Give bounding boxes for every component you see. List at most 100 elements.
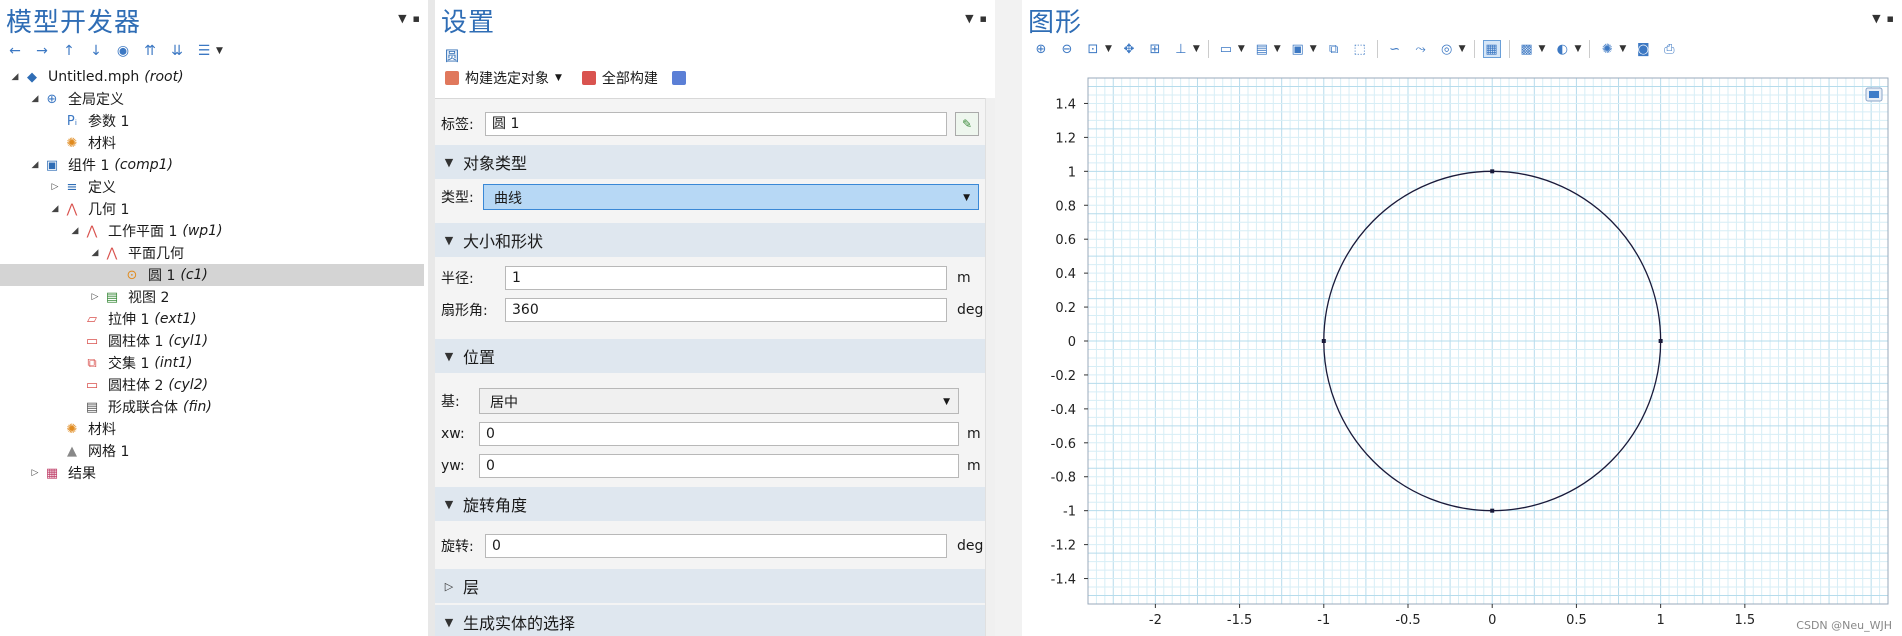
collapsed-triangle-icon[interactable]: ▷ xyxy=(48,182,62,192)
expanded-triangle-icon[interactable]: ◢ xyxy=(8,72,22,82)
pane-controls[interactable]: ▼ ▪ xyxy=(392,12,420,25)
radius-field[interactable]: 1 xyxy=(505,266,947,290)
axis-orientation-icon[interactable]: ⊥ xyxy=(1172,40,1190,58)
zoom-in-icon[interactable]: ⊕ xyxy=(1032,40,1050,58)
section-position[interactable]: ▼ 位置 xyxy=(435,339,985,373)
tree-node[interactable]: ⊙ 圆 1 (c1) xyxy=(0,264,424,286)
tree-node[interactable]: ▷ ▤ 视图 2 xyxy=(0,286,424,308)
label-edit-icon[interactable]: ✎ xyxy=(955,112,979,136)
forward-icon[interactable]: → xyxy=(33,42,51,60)
pin-icon[interactable]: ▪ xyxy=(980,12,987,25)
section-object-type[interactable]: ▼ 对象类型 xyxy=(435,145,985,179)
tree-node[interactable]: ◢ ⋀ 工作平面 1 (wp1) xyxy=(0,220,424,242)
select-objects-icon[interactable]: ▭ xyxy=(1217,40,1235,58)
build-all-button[interactable]: 全部构建 xyxy=(602,68,658,88)
tree-node[interactable]: ◢ ⋀ 平面几何 xyxy=(0,242,424,264)
expanded-triangle-icon[interactable]: ◢ xyxy=(48,204,62,214)
wireframe-icon[interactable]: ▩ xyxy=(1518,40,1536,58)
section-rotation[interactable]: ▼ 旋转角度 xyxy=(435,487,985,521)
section-size-shape[interactable]: ▼ 大小和形状 xyxy=(435,223,985,257)
tree-node[interactable]: ▭ 圆柱体 1 (cyl1) xyxy=(0,330,424,352)
collapse-all-icon[interactable]: ⇈ xyxy=(141,42,159,60)
move-down-icon[interactable]: ↓ xyxy=(87,42,105,60)
tree-node[interactable]: ▷ ▦ 结果 xyxy=(0,462,424,484)
chevron-down-icon[interactable]: ▼ xyxy=(1238,44,1245,54)
build-selected-icon[interactable] xyxy=(445,71,459,85)
label-field[interactable]: 圆 1 xyxy=(485,112,947,136)
tree-node[interactable]: ⧉ 交集 1 (int1) xyxy=(0,352,424,374)
chevron-down-icon[interactable]: ▼ xyxy=(1274,44,1281,54)
expanded-triangle-icon[interactable]: ◢ xyxy=(28,94,42,104)
chevron-down-icon[interactable]: ▼ xyxy=(1459,44,1466,54)
tree-node[interactable]: ✺ 材料 xyxy=(0,132,424,154)
tree-node[interactable]: ◢ ⋀ 几何 1 xyxy=(0,198,424,220)
pin-icon[interactable]: ▪ xyxy=(1887,12,1894,25)
select-domains-icon[interactable]: ▤ xyxy=(1253,40,1271,58)
chevron-down-icon[interactable]: ▼ xyxy=(1539,44,1546,54)
tree-node[interactable]: ◢ ▣ 组件 1 (comp1) xyxy=(0,154,424,176)
camera-icon[interactable]: ◙ xyxy=(1634,40,1652,58)
expanded-triangle-icon[interactable]: ◢ xyxy=(88,248,102,258)
collapsed-triangle-icon[interactable]: ▷ xyxy=(88,292,102,302)
show-icon[interactable]: ◉ xyxy=(114,42,132,60)
chevron-down-icon[interactable]: ▼ xyxy=(1619,44,1626,54)
chevron-down-icon[interactable]: ▼ xyxy=(555,73,562,83)
back-icon[interactable]: ← xyxy=(6,42,24,60)
print-icon[interactable]: ⎙ xyxy=(1660,40,1678,58)
render-icon[interactable]: ◐ xyxy=(1553,40,1571,58)
collapsed-triangle-icon[interactable]: ▷ xyxy=(28,468,42,478)
splitter[interactable] xyxy=(428,0,435,636)
splitter[interactable] xyxy=(995,0,1022,636)
expanded-triangle-icon[interactable]: ◢ xyxy=(28,160,42,170)
hide-icon[interactable]: ∽ xyxy=(1386,40,1404,58)
pane-controls[interactable]: ▼ ▪ xyxy=(959,12,987,25)
scene-light-icon[interactable]: ✺ xyxy=(1598,40,1616,58)
zoom-fit-icon[interactable]: ⊞ xyxy=(1146,40,1164,58)
type-select[interactable]: 曲线 ▼ xyxy=(483,184,979,210)
rotation-field[interactable]: 0 xyxy=(485,534,947,558)
graphics-canvas[interactable]: -2 -1.5 -1 -0.5 0 0.5 1 1.5 1.4 1.2 1 0.8 0.6 0.4 0.2… xyxy=(1026,72,1898,636)
chevron-down-icon[interactable]: ▼ xyxy=(216,46,223,56)
zoom-to-selection-icon[interactable]: ⧉ xyxy=(1325,40,1343,58)
show-grid-icon[interactable]: ▦ xyxy=(1482,40,1501,58)
pin-icon[interactable]: ▪ xyxy=(413,12,420,25)
view-options-icon[interactable]: ☰ xyxy=(195,42,213,60)
build-all-icon[interactable] xyxy=(581,71,596,85)
xw-field[interactable]: 0 xyxy=(479,422,959,446)
section-layers[interactable]: ▷ 层 xyxy=(435,569,985,603)
zoom-out-icon[interactable]: ⊖ xyxy=(1058,40,1076,58)
yw-field[interactable]: 0 xyxy=(479,454,959,478)
chevron-down-icon[interactable]: ▼ xyxy=(1574,44,1581,54)
chevron-down-icon[interactable]: ▼ xyxy=(1872,12,1880,25)
pane-controls[interactable]: ▼ ▪ xyxy=(1866,12,1894,25)
chevron-down-icon[interactable]: ▼ xyxy=(1310,44,1317,54)
move-up-icon[interactable]: ↑ xyxy=(60,42,78,60)
chevron-down-icon[interactable]: ▼ xyxy=(398,12,406,25)
chevron-down-icon[interactable]: ▼ xyxy=(1105,44,1112,54)
build-preview-icon[interactable] xyxy=(671,71,686,85)
hide-selection-icon[interactable]: ⤳ xyxy=(1412,40,1430,58)
section-selections[interactable]: ▼ 生成实体的选择 xyxy=(435,605,985,636)
expand-all-icon[interactable]: ⇊ xyxy=(168,42,186,60)
tree-node[interactable]: ✺ 材料 xyxy=(0,418,424,440)
zoom-extents-icon[interactable]: ✥ xyxy=(1120,40,1138,58)
settings-scrollbar[interactable] xyxy=(985,98,995,636)
tree-node[interactable]: ▭ 圆柱体 2 (cyl2) xyxy=(0,374,424,396)
tree-node[interactable]: ▷ ≡ 定义 xyxy=(0,176,424,198)
tree-node[interactable]: ▲ 网格 1 xyxy=(0,440,424,462)
tree-node[interactable]: ▤ 形成联合体 (fin) xyxy=(0,396,424,418)
clear-selection-icon[interactable]: ⬚ xyxy=(1351,40,1369,58)
show-hidden-icon[interactable]: ◎ xyxy=(1438,40,1456,58)
chevron-down-icon[interactable]: ▼ xyxy=(965,12,973,25)
tree-node[interactable]: ◢ ⊕ 全局定义 xyxy=(0,88,424,110)
tree-node[interactable]: ◢ ◆ Untitled.mph (root) xyxy=(0,66,424,88)
chevron-down-icon[interactable]: ▼ xyxy=(1193,44,1200,54)
select-boundaries-icon[interactable]: ▣ xyxy=(1289,40,1307,58)
build-selected-button[interactable]: 构建选定对象 xyxy=(465,68,549,88)
zoom-box-icon[interactable]: ⊡ xyxy=(1084,40,1102,58)
color-legend-icon[interactable] xyxy=(1865,87,1883,102)
base-select[interactable]: 居中 ▼ xyxy=(479,388,959,414)
tree-node[interactable]: ▱ 拉伸 1 (ext1) xyxy=(0,308,424,330)
sector-field[interactable]: 360 xyxy=(505,298,947,322)
expanded-triangle-icon[interactable]: ◢ xyxy=(68,226,82,236)
